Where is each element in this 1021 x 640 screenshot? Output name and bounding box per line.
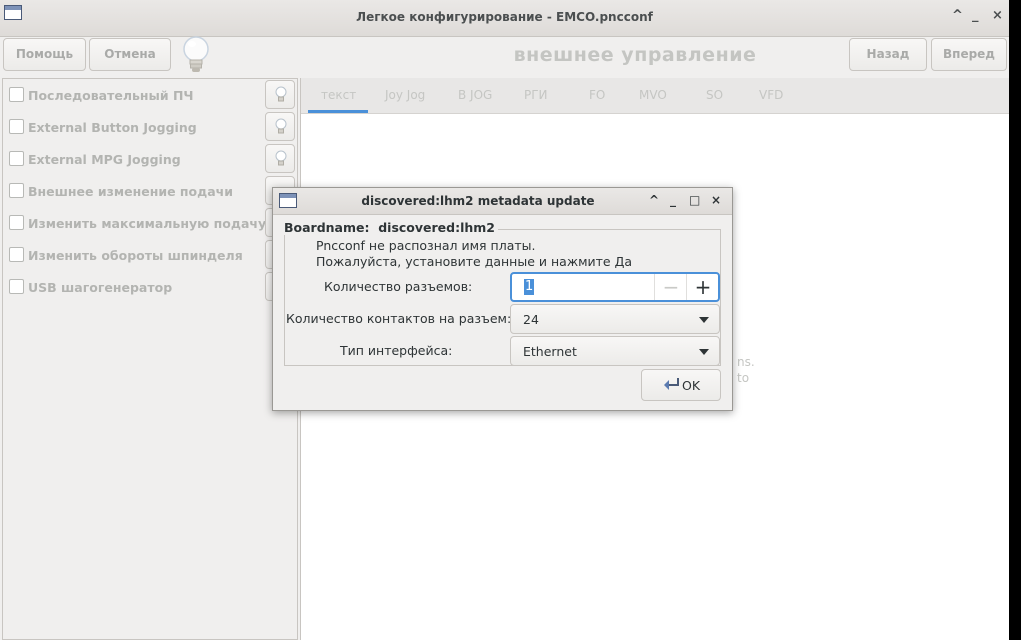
- options-panel: Последовательный ПЧ External Button Jogg…: [2, 78, 298, 640]
- forward-button[interactable]: Вперед: [931, 38, 1007, 71]
- checkbox[interactable]: [9, 215, 24, 230]
- tab-text[interactable]: текст: [321, 88, 356, 102]
- checkbox[interactable]: [9, 183, 24, 198]
- active-tab-indicator: [308, 110, 368, 113]
- checkbox[interactable]: [9, 119, 24, 134]
- option-external-feed-override[interactable]: Внешнее изменение подачи: [9, 183, 233, 203]
- background-text: ns.: [737, 355, 755, 369]
- close-icon[interactable]: ×: [711, 193, 721, 207]
- background-text: to: [737, 371, 750, 385]
- lightbulb-icon: [275, 150, 287, 166]
- message-line-2: Пожалуйста, установите данные и нажмите …: [316, 254, 633, 269]
- title-bar: Легкое конфигурирование - EMCO.pncconf ^…: [0, 0, 1009, 37]
- pins-label: Количество контактов на разъем:: [286, 311, 512, 326]
- tab-mvo[interactable]: MVO: [639, 88, 667, 102]
- tab-vfd[interactable]: VFD: [759, 88, 783, 102]
- tab-joy-jog[interactable]: Joy Jog: [385, 88, 425, 102]
- connectors-value[interactable]: 1: [524, 279, 535, 295]
- back-button[interactable]: Назад: [849, 38, 927, 71]
- connectors-label: Количество разъемов:: [324, 279, 473, 294]
- pins-combo[interactable]: 24: [510, 304, 720, 334]
- option-max-velocity-override[interactable]: Изменить максимальную подачу: [9, 215, 266, 235]
- screen-edge: [1009, 0, 1021, 640]
- interface-label: Тип интерфейса:: [340, 343, 453, 358]
- interface-combo[interactable]: Ethernet: [510, 336, 720, 366]
- maximize-icon[interactable]: ^: [952, 8, 963, 23]
- increment-button[interactable]: +: [686, 274, 719, 300]
- page-title: внешнее управление: [513, 44, 757, 66]
- window-icon: [279, 193, 297, 208]
- option-serial-vfd[interactable]: Последовательный ПЧ: [9, 87, 194, 107]
- metadata-update-dialog: discovered:lhm2 metadata update ^ _ □ × …: [272, 187, 733, 411]
- help-bulb-button[interactable]: [265, 112, 295, 141]
- restore-icon[interactable]: □: [689, 193, 700, 207]
- lightbulb-icon[interactable]: [180, 34, 212, 76]
- tab-mpg[interactable]: РГИ: [524, 88, 548, 102]
- dialog-title: discovered:lhm2 metadata update: [361, 194, 595, 208]
- tab-fo[interactable]: FO: [589, 88, 605, 102]
- checkbox[interactable]: [9, 247, 24, 262]
- option-external-button-jogging[interactable]: External Button Jogging: [9, 119, 197, 139]
- chevron-down-icon: [699, 317, 709, 323]
- chevron-down-icon: [699, 349, 709, 355]
- checkbox[interactable]: [9, 279, 24, 294]
- connectors-spinbutton[interactable]: 1 − +: [510, 272, 720, 302]
- close-icon[interactable]: ×: [992, 8, 1003, 23]
- option-usb-step-generator[interactable]: USB шагогенератор: [9, 279, 172, 299]
- pins-value: 24: [523, 312, 539, 327]
- board-frame-label: Boardname: discovered:lhm2: [284, 220, 499, 235]
- lightbulb-icon: [275, 86, 287, 102]
- help-bulb-button[interactable]: [265, 144, 295, 173]
- tab-jog[interactable]: В JOG: [458, 88, 492, 102]
- message-line-1: Pncconf не распознал имя платы.: [316, 238, 536, 253]
- checkbox[interactable]: [9, 151, 24, 166]
- tab-so[interactable]: SO: [706, 88, 723, 102]
- option-spindle-override[interactable]: Изменить обороты шпинделя: [9, 247, 243, 267]
- minimize-icon[interactable]: _: [972, 8, 979, 23]
- enter-arrow-icon: [664, 378, 679, 390]
- ok-button[interactable]: OK: [641, 369, 721, 401]
- lightbulb-icon: [275, 118, 287, 134]
- help-bulb-button[interactable]: [265, 80, 295, 109]
- option-external-mpg-jogging[interactable]: External MPG Jogging: [9, 151, 181, 171]
- help-button[interactable]: Помощь: [3, 38, 86, 71]
- decrement-button[interactable]: −: [654, 274, 687, 300]
- minimize-icon[interactable]: _: [670, 193, 676, 207]
- maximize-icon[interactable]: ^: [649, 193, 659, 207]
- checkbox[interactable]: [9, 87, 24, 102]
- window-title: Легкое конфигурирование - EMCO.pncconf: [356, 10, 653, 24]
- cancel-button[interactable]: Отмена: [89, 38, 171, 71]
- tab-bar: текст Joy Jog В JOG РГИ FO MVO SO VFD: [301, 78, 1009, 114]
- interface-value: Ethernet: [523, 344, 577, 359]
- dialog-title-bar: discovered:lhm2 metadata update ^ _ □ ×: [273, 188, 732, 215]
